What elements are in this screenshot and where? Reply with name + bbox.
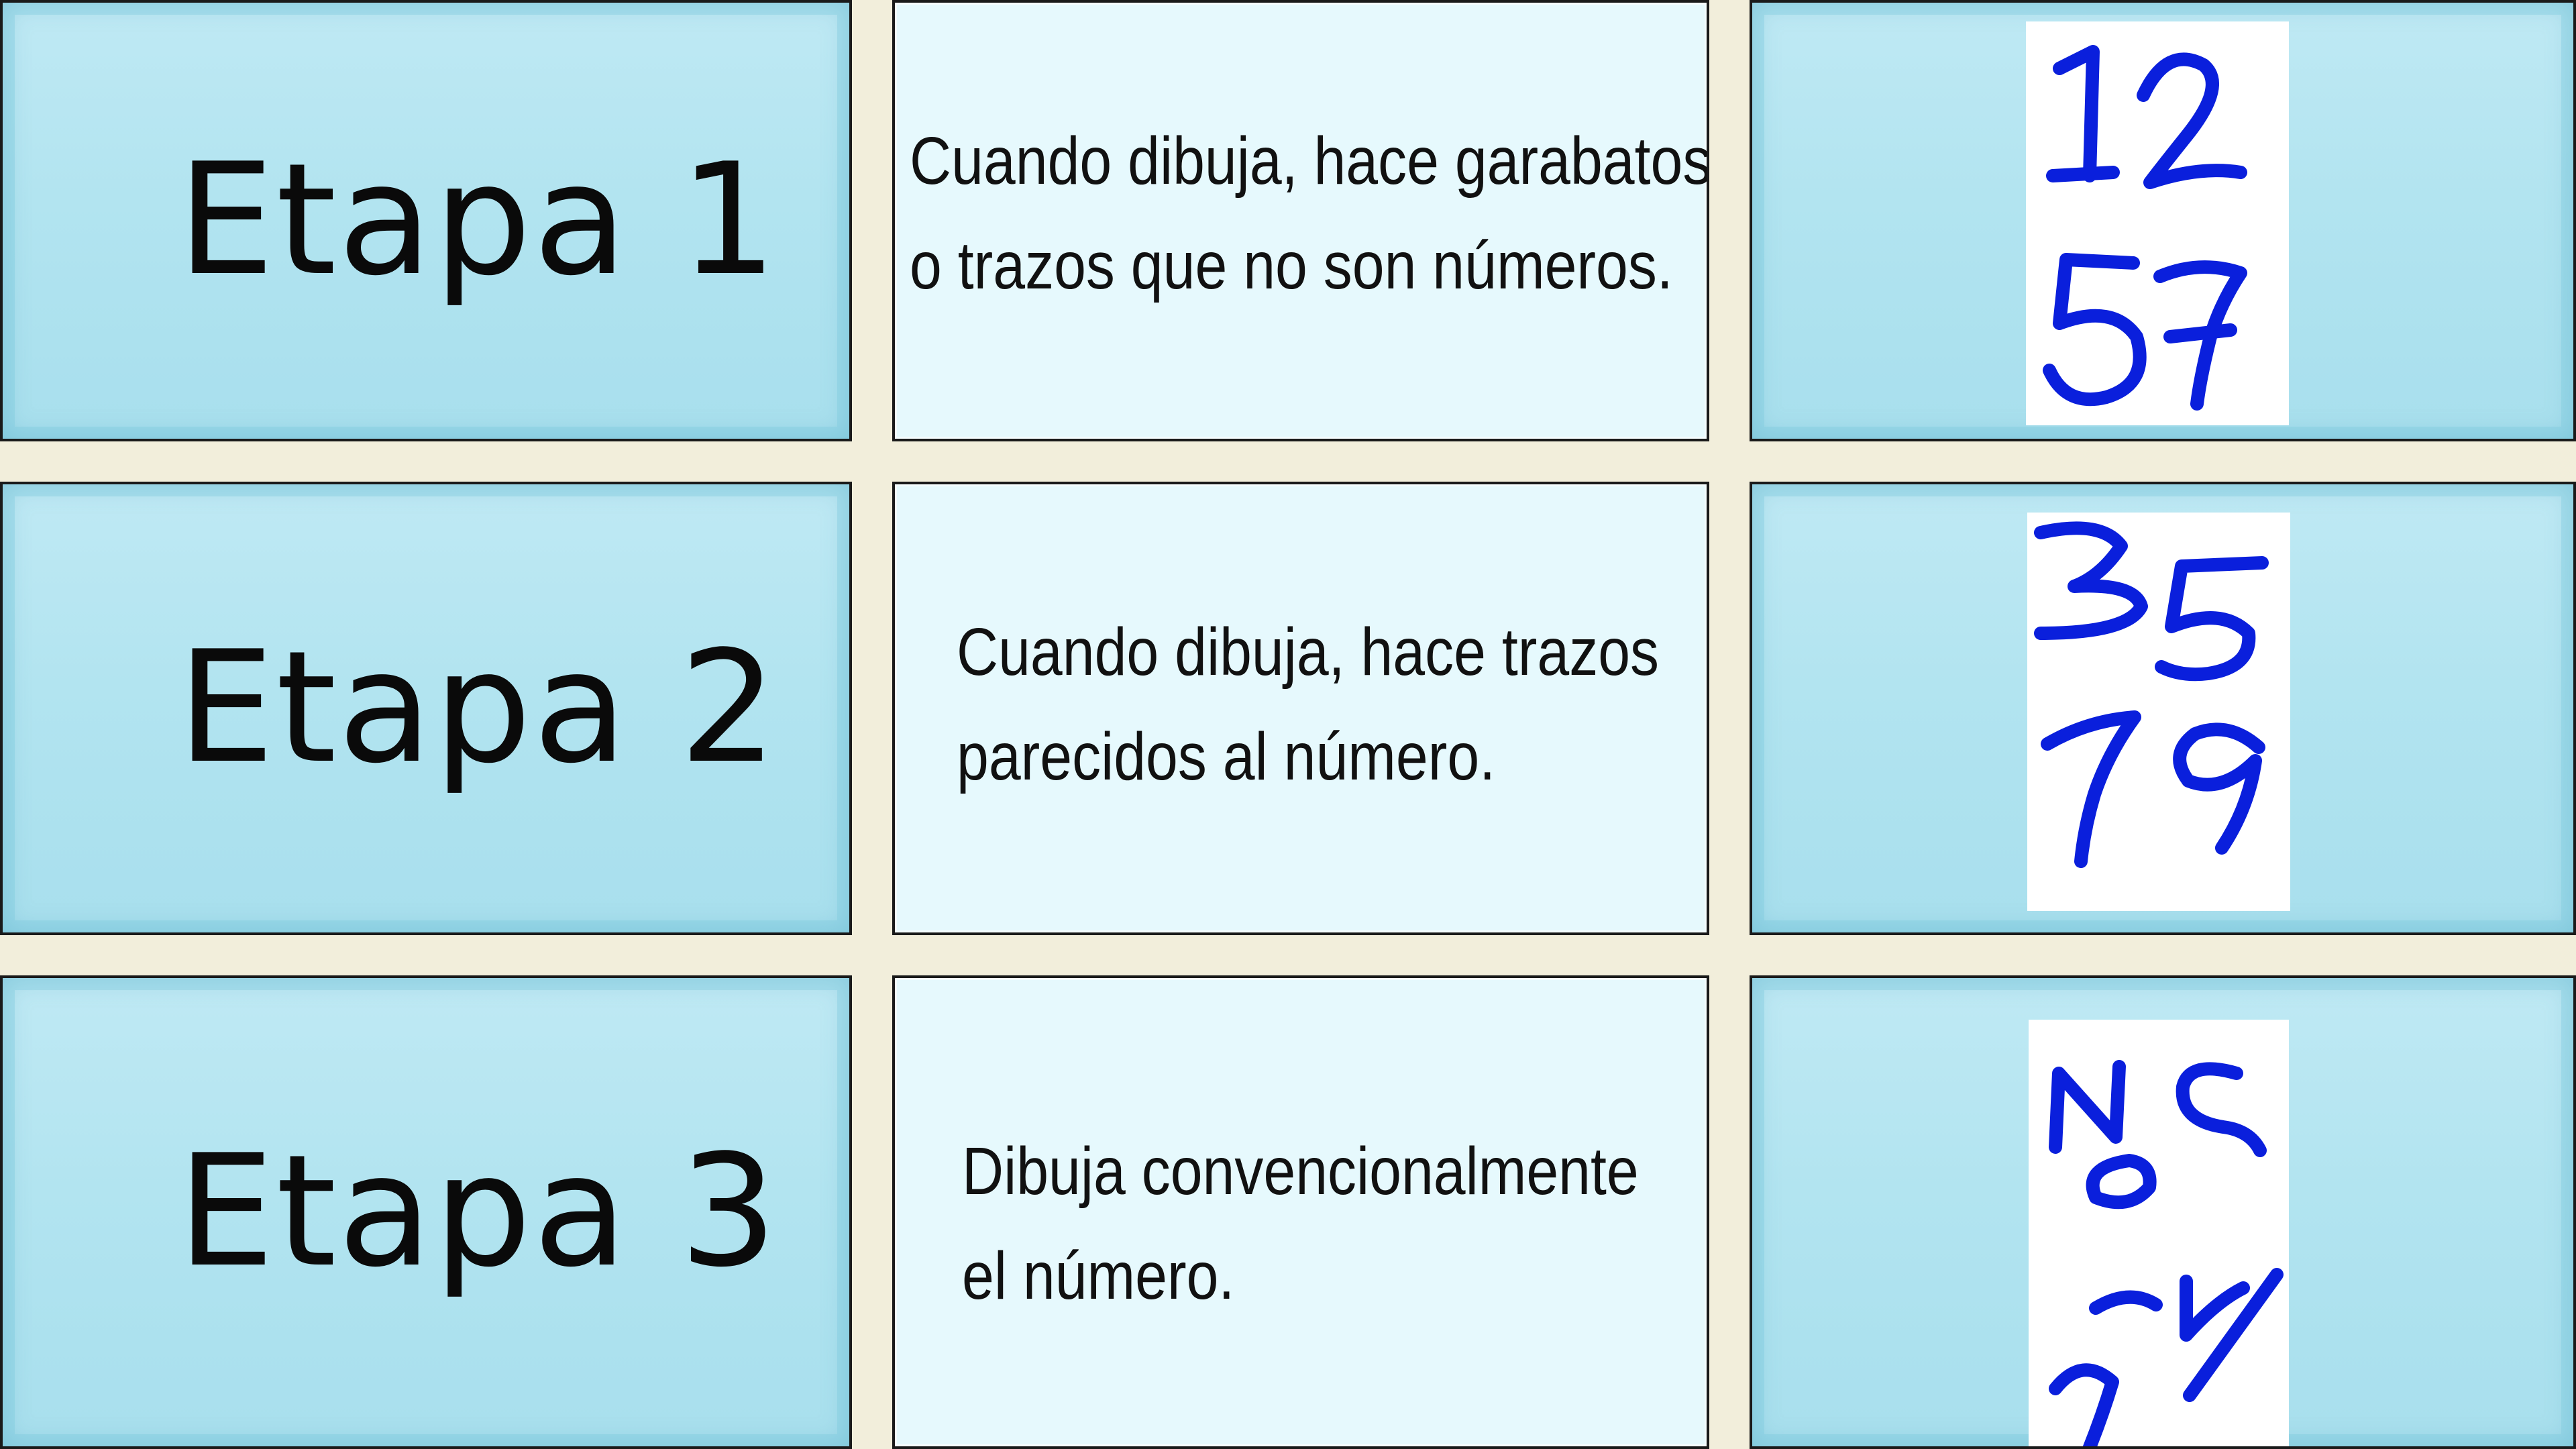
description-cell-2: Cuando dibuja, hace trazos parecidos al … bbox=[892, 482, 1709, 935]
stage-label-1: Etapa 1 bbox=[177, 131, 779, 310]
handwriting-drawing-2 bbox=[2034, 521, 2269, 868]
description-line: o trazos que no son números. bbox=[910, 228, 1673, 303]
description-cell-3: Dibuja convencionalmente el número. bbox=[892, 975, 1709, 1449]
stage-label-3: Etapa 3 bbox=[177, 1122, 779, 1301]
handwriting-cell-3 bbox=[1750, 975, 2576, 1449]
description-line: el número. bbox=[962, 1238, 1235, 1313]
handwriting-cell-1 bbox=[1750, 0, 2576, 441]
description-line: Dibuja convencionalmente bbox=[962, 1134, 1639, 1209]
handwritten-sample-1 bbox=[2026, 21, 2289, 425]
stage-label-2: Etapa 2 bbox=[177, 619, 779, 798]
stage-cell-3: Etapa 3 bbox=[0, 975, 852, 1449]
description-cell-1: Cuando dibuja, hace garabatos o trazos q… bbox=[892, 0, 1709, 441]
description-line: Cuando dibuja, hace garabatos bbox=[910, 123, 1709, 199]
handwritten-sample-2 bbox=[2027, 513, 2290, 911]
description-text-2: Cuando dibuja, hace trazos parecidos al … bbox=[957, 600, 1659, 809]
description-text-3: Dibuja convencionalmente el número. bbox=[962, 1119, 1639, 1328]
stage-cell-2: Etapa 2 bbox=[0, 482, 852, 935]
description-text-1: Cuando dibuja, hace garabatos o trazos q… bbox=[910, 109, 1709, 318]
stage-cell-1: Etapa 1 bbox=[0, 0, 852, 441]
handwriting-drawing-1 bbox=[2043, 45, 2247, 411]
handwriting-drawing-3 bbox=[2049, 1060, 2284, 1446]
description-line: Cuando dibuja, hace trazos bbox=[957, 614, 1660, 690]
description-line: parecidos al número. bbox=[957, 719, 1496, 794]
handwritten-sample-3 bbox=[2029, 1020, 2289, 1446]
handwriting-cell-2 bbox=[1750, 482, 2576, 935]
